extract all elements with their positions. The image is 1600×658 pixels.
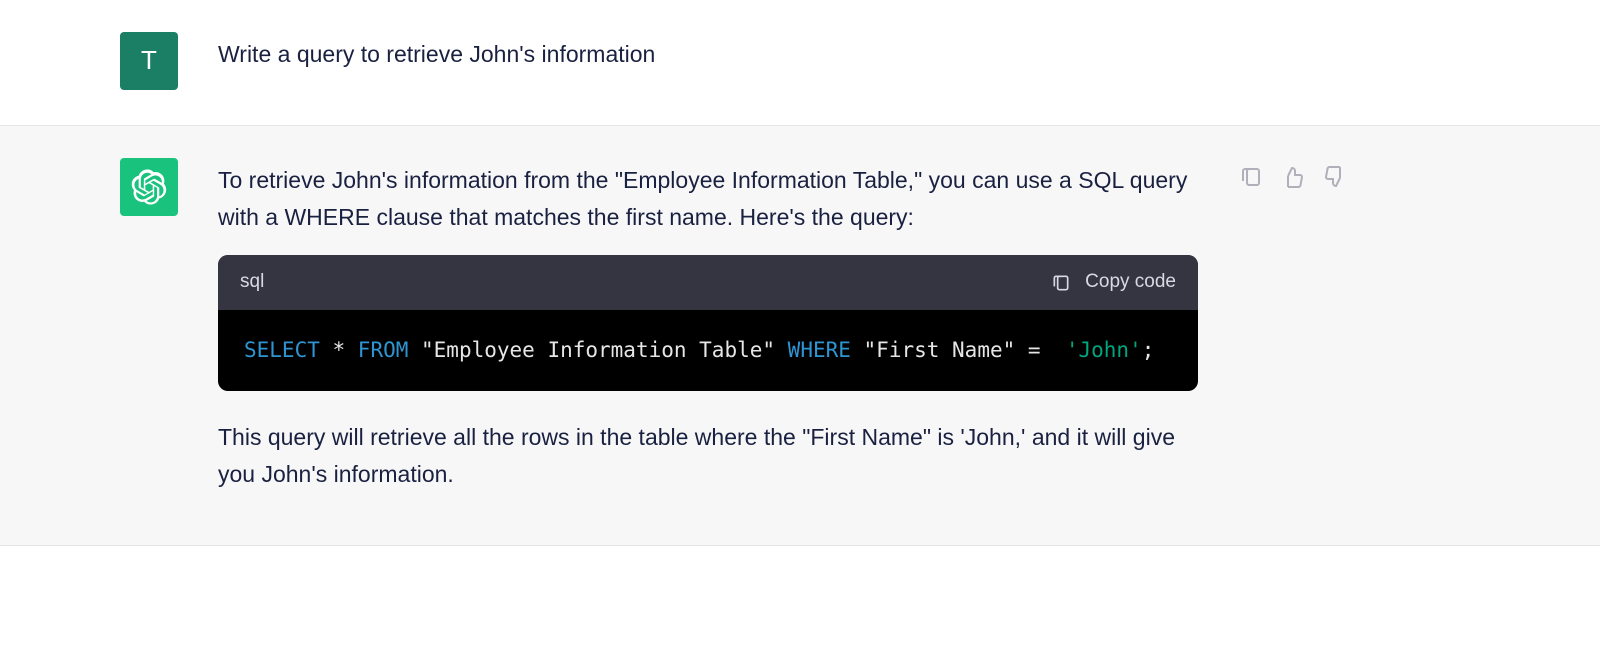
assistant-intro-text: To retrieve John's information from the … <box>218 162 1198 236</box>
assistant-turn: To retrieve John's information from the … <box>0 126 1600 546</box>
code-body[interactable]: SELECT * FROM "Employee Information Tabl… <box>218 310 1198 392</box>
user-message-text: Write a query to retrieve John's informa… <box>218 36 1198 73</box>
code-header: sql Copy code <box>218 255 1198 309</box>
copy-code-button[interactable]: Copy code <box>1051 267 1176 297</box>
conversation: T Write a query to retrieve John's infor… <box>0 0 1600 546</box>
code-token-keyword: WHERE <box>788 338 851 362</box>
user-message: Write a query to retrieve John's informa… <box>218 32 1198 93</box>
clipboard-icon <box>1239 165 1263 189</box>
assistant-outro-text: This query will retrieve all the rows in… <box>218 419 1198 493</box>
code-token-keyword: SELECT <box>244 338 320 362</box>
code-token <box>1041 338 1066 362</box>
code-block: sql Copy code SELECT * FROM "Employee In… <box>218 255 1198 391</box>
clipboard-icon <box>1051 273 1071 293</box>
message-actions <box>1238 158 1348 513</box>
user-avatar: T <box>120 32 178 90</box>
code-token-keyword: FROM <box>358 338 409 362</box>
code-token: ; <box>1142 338 1155 362</box>
code-language-label: sql <box>240 267 264 297</box>
thumbs-down-icon <box>1323 165 1347 189</box>
assistant-avatar <box>120 158 178 216</box>
code-token-string: 'John' <box>1066 338 1142 362</box>
openai-logo-icon <box>131 169 167 205</box>
code-token: * <box>320 338 358 362</box>
thumbs-up-button[interactable] <box>1280 164 1306 190</box>
copy-code-label: Copy code <box>1085 267 1176 297</box>
code-token: = <box>1028 338 1041 362</box>
code-token: "First Name" <box>851 338 1028 362</box>
thumbs-up-icon <box>1281 165 1305 189</box>
code-token: "Employee Information Table" <box>408 338 787 362</box>
user-turn: T Write a query to retrieve John's infor… <box>0 0 1600 126</box>
assistant-message: To retrieve John's information from the … <box>218 158 1198 513</box>
thumbs-down-button[interactable] <box>1322 164 1348 190</box>
copy-message-button[interactable] <box>1238 164 1264 190</box>
user-avatar-letter: T <box>141 40 157 82</box>
